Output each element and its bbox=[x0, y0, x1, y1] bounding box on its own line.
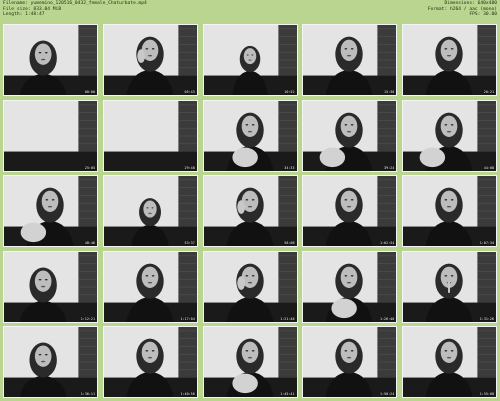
video-thumbnail: 1:26:40 bbox=[302, 250, 398, 323]
thumbnail-timestamp: 05:43 bbox=[184, 90, 195, 94]
thumbnail-timestamp: 29:48 bbox=[184, 165, 195, 170]
thumbnail-frame-image bbox=[203, 100, 297, 171]
video-thumbnail: 1:02:54 bbox=[302, 175, 398, 247]
thumbnail-timestamp: 1:12:21 bbox=[80, 316, 95, 321]
thumbnail-frame-image bbox=[203, 25, 297, 95]
length-text: Length: 1:48:47 bbox=[3, 12, 45, 18]
video-thumbnail: 1:17:04 bbox=[102, 250, 198, 323]
thumbnail-timestamp: 34:33 bbox=[284, 165, 295, 170]
video-thumbnail: 1:31:26 bbox=[402, 250, 497, 323]
thumbnail-frame-image bbox=[403, 25, 496, 95]
thumbnail-frame-image bbox=[103, 327, 197, 397]
file-info-left: Filename: yumemino_120516_0432_female_Ch… bbox=[3, 1, 147, 18]
thumbnail-frame-image bbox=[103, 251, 197, 322]
thumbnail-frame-image bbox=[303, 100, 397, 171]
thumbnail-timestamp: 1:17:04 bbox=[180, 316, 195, 321]
video-thumbnail: 1:40:56 bbox=[102, 326, 198, 398]
thumbnail-timestamp: 58:08 bbox=[284, 241, 295, 245]
thumbnail-timestamp: 1:45:41 bbox=[280, 392, 295, 396]
filename-text: Filename: yumemino_120516_0432_female_Ch… bbox=[3, 1, 147, 6]
thumbnail-frame-image bbox=[103, 100, 197, 171]
video-thumbnail: 1:36:11 bbox=[3, 326, 98, 398]
thumbnail-timestamp: 20:21 bbox=[483, 90, 494, 94]
thumbnail-frame-image bbox=[203, 327, 297, 397]
thumbnail-timestamp: 53:37 bbox=[184, 241, 195, 245]
video-thumbnail: 58:08 bbox=[202, 175, 298, 247]
video-thumbnail: 1:12:21 bbox=[3, 250, 98, 323]
thumbnail-timestamp: 1:21:48 bbox=[280, 316, 295, 321]
thumbnail-frame-image bbox=[103, 176, 197, 246]
thumbnail-frame-image bbox=[203, 176, 297, 246]
thumbnail-timestamp: 1:07:34 bbox=[479, 241, 494, 245]
video-thumbnail: 20:21 bbox=[402, 24, 497, 96]
video-thumbnail: 48:46 bbox=[3, 175, 98, 247]
thumbnail-timestamp: 1:55:08 bbox=[479, 392, 494, 396]
thumbnail-timestamp: 48:46 bbox=[84, 241, 95, 245]
thumbnail-frame-image bbox=[303, 25, 397, 95]
video-thumbnail: 39:24 bbox=[302, 99, 398, 172]
thumbnail-frame-image bbox=[4, 251, 97, 322]
file-info-right: Dimensions: 640x480 Format: h264 / aac (… bbox=[428, 1, 497, 18]
thumbnail-timestamp: 1:50:24 bbox=[379, 392, 395, 396]
thumbnail-frame-image bbox=[4, 327, 97, 397]
video-thumbnail: 05:43 bbox=[102, 24, 198, 96]
thumbnail-timestamp: 1:02:54 bbox=[379, 241, 395, 245]
thumbnail-timestamp: 1:26:40 bbox=[379, 316, 395, 321]
video-thumbnail: 53:37 bbox=[102, 175, 198, 247]
video-thumbnail: 1:55:08 bbox=[402, 326, 497, 398]
thumbnail-frame-image bbox=[4, 176, 97, 246]
thumbnail-frame-image bbox=[303, 176, 397, 246]
thumbnail-frame-image bbox=[203, 251, 297, 322]
thumbnail-timestamp: 15:30 bbox=[384, 90, 395, 94]
thumbnail-timestamp: 10:52 bbox=[284, 90, 295, 94]
thumbnail-timestamp: 44:08 bbox=[483, 165, 494, 170]
thumbnail-frame-image bbox=[4, 25, 97, 95]
fps-text: FPS: 30.00 bbox=[469, 12, 497, 18]
thumbnail-frame-image bbox=[403, 327, 496, 397]
thumbnail-timestamp: 00:00 bbox=[84, 90, 95, 94]
thumbnail-timestamp: 1:40:56 bbox=[180, 392, 195, 396]
thumbnail-frame-image bbox=[103, 25, 197, 95]
thumbnail-timestamp: 39:24 bbox=[384, 165, 395, 170]
video-thumbnail: 29:48 bbox=[102, 99, 198, 172]
video-thumbnail: 10:52 bbox=[202, 24, 298, 96]
thumbnail-timestamp: 25:05 bbox=[84, 165, 95, 170]
thumbnail-frame-image bbox=[403, 251, 496, 322]
thumbnail-timestamp: 1:36:11 bbox=[80, 392, 95, 396]
video-thumbnail: 1:21:48 bbox=[202, 250, 298, 323]
video-thumbnail: 34:33 bbox=[202, 99, 298, 172]
thumbnail-timestamp: 1:31:26 bbox=[479, 316, 494, 321]
thumbnail-frame-image bbox=[303, 251, 397, 322]
thumbnail-frame-image bbox=[4, 100, 97, 171]
video-thumbnail: 1:50:24 bbox=[302, 326, 398, 398]
thumbnail-frame-image bbox=[303, 327, 397, 397]
thumbnail-grid: 00:00 05:43 10:52 15:30 20:21 25:05 29:48 34:33… bbox=[3, 24, 497, 398]
video-thumbnail: 1:07:34 bbox=[402, 175, 497, 247]
thumbnail-frame-image bbox=[403, 176, 496, 246]
info-header: Filename: yumemino_120516_0432_female_Ch… bbox=[0, 0, 500, 22]
thumbnail-frame-image bbox=[403, 100, 496, 171]
video-thumbnail: 1:45:41 bbox=[202, 326, 298, 398]
video-thumbnail: 00:00 bbox=[3, 24, 98, 96]
video-thumbnail: 15:30 bbox=[302, 24, 398, 96]
video-thumbnail: 44:08 bbox=[402, 99, 497, 172]
video-thumbnail: 25:05 bbox=[3, 99, 98, 172]
